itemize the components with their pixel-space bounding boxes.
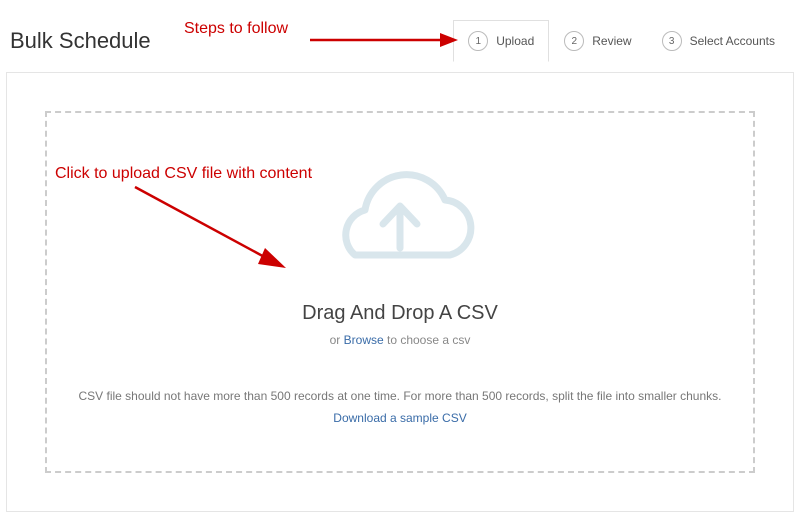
step-label: Upload xyxy=(496,34,534,48)
steps-nav: 1 Upload 2 Review 3 Select Accounts xyxy=(453,20,790,62)
step-label: Select Accounts xyxy=(690,34,775,48)
step-number: 3 xyxy=(662,31,682,51)
header: Bulk Schedule 1 Upload 2 Review 3 Select… xyxy=(0,0,800,72)
step-review[interactable]: 2 Review xyxy=(549,20,646,62)
dropzone-subtext: or Browse to choose a csv xyxy=(330,333,471,347)
step-label: Review xyxy=(592,34,631,48)
dropzone-help-text: CSV file should not have more than 500 r… xyxy=(79,389,722,403)
dropzone-title: Drag And Drop A CSV xyxy=(302,302,498,325)
sub-prefix: or xyxy=(330,333,344,347)
browse-link[interactable]: Browse xyxy=(344,333,384,347)
step-select-accounts[interactable]: 3 Select Accounts xyxy=(647,20,790,62)
step-upload[interactable]: 1 Upload xyxy=(453,20,549,62)
content-panel: Drag And Drop A CSV or Browse to choose … xyxy=(6,72,794,512)
download-sample-link[interactable]: Download a sample CSV xyxy=(333,411,466,425)
step-number: 1 xyxy=(468,31,488,51)
csv-dropzone[interactable]: Drag And Drop A CSV or Browse to choose … xyxy=(45,111,755,473)
sub-suffix: to choose a csv xyxy=(384,333,471,347)
cloud-upload-icon xyxy=(315,160,485,290)
page-title: Bulk Schedule xyxy=(10,28,151,54)
step-number: 2 xyxy=(564,31,584,51)
